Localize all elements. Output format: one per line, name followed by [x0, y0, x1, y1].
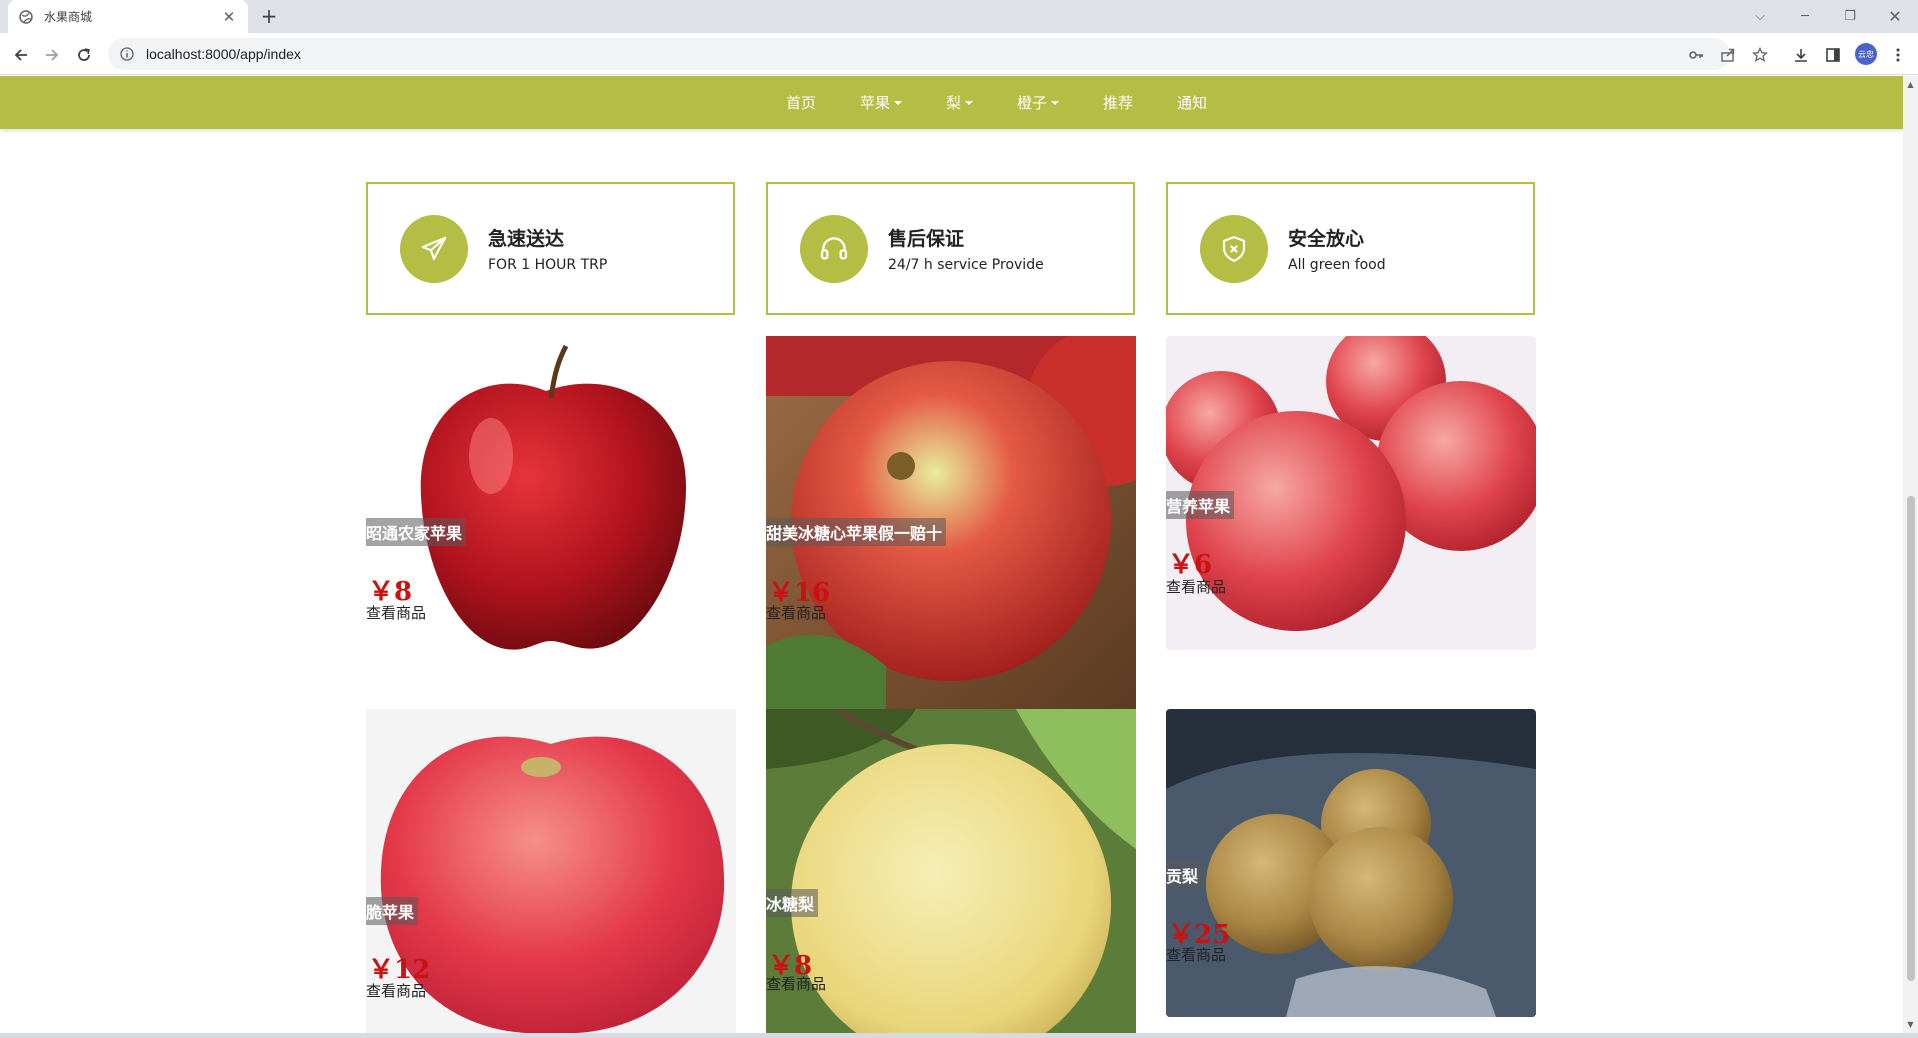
view-product-link[interactable]: 查看商品 [366, 602, 426, 623]
product-name: 贡梨 [1166, 861, 1203, 889]
view-product-link[interactable]: 查看商品 [766, 602, 826, 623]
brown-pears-image [1166, 709, 1536, 1017]
view-product-link[interactable]: 查看商品 [1166, 944, 1226, 965]
address-bar[interactable]: localhost:8000/app/index [108, 38, 1730, 70]
product-name: 冰糖梨 [766, 889, 819, 917]
scroll-up-arrow[interactable]: ▲ [1906, 80, 1915, 89]
airplane-icon [400, 214, 468, 283]
nav-item-label: 橙子 [1017, 94, 1048, 112]
nav-item-label: 苹果 [859, 94, 890, 112]
feature-subtitle: All green food [1288, 257, 1386, 273]
nav-item-2[interactable]: 梨 [924, 92, 995, 113]
restore-button[interactable]: ❐ [1830, 3, 1870, 29]
caret-down-icon [893, 100, 902, 105]
red-apple-image [366, 336, 736, 676]
product-card[interactable]: 甜美冰糖心苹果假一赔十 ￥16 查看商品 [766, 336, 1136, 709]
feature-title: 急速送达 [488, 228, 565, 250]
close-window-button[interactable]: ✕ [1875, 3, 1915, 29]
info-icon[interactable] [120, 46, 136, 62]
caret-down-icon [965, 100, 973, 105]
feature-subtitle: FOR 1 HOUR TRP [488, 257, 608, 273]
nav-item-label: 通知 [1177, 94, 1208, 112]
product-name: 昭通农家苹果 [366, 518, 467, 546]
share-icon[interactable] [1716, 43, 1740, 67]
feature-box-service: 售后保证 24/7 h service Provide [766, 182, 1135, 315]
globe-icon [18, 9, 34, 25]
product-name: 营养苹果 [1166, 491, 1235, 519]
new-tab-button[interactable]: + [258, 4, 280, 28]
minimize-button[interactable]: ─ [1785, 3, 1825, 29]
browser-toolbar: localhost:8000/app/index [0, 33, 1918, 75]
view-product-link[interactable]: 查看商品 [366, 980, 426, 1001]
browser-tab-strip: 水果商城 ✕ + ⌵ ─ ❐ ✕ [0, 0, 1918, 33]
key-icon[interactable] [1684, 43, 1708, 67]
nav-item-1[interactable]: 苹果 [838, 92, 924, 113]
side-panel-icon[interactable] [1821, 43, 1845, 67]
feature-title: 安全放心 [1288, 228, 1365, 250]
features-row: 急速送达 FOR 1 HOUR TRP 售后保证 24/7 h service … [366, 182, 1536, 315]
close-tab-icon[interactable]: ✕ [220, 8, 238, 26]
tab-search-icon[interactable]: ⌵ [1740, 3, 1780, 29]
nav-item-label: 推荐 [1103, 94, 1134, 112]
page-viewport: 首页 苹果 梨 橙子 推荐 通知 急速送达 FOR 1 HOUR TRP 售后保证 24/… [0, 76, 1903, 1033]
view-product-link[interactable]: 查看商品 [766, 973, 826, 994]
download-icon[interactable] [1789, 43, 1813, 67]
window-bottom-edge [0, 1033, 1918, 1038]
view-product-link[interactable]: 查看商品 [1166, 576, 1226, 597]
product-name: 脆苹果 [366, 897, 419, 925]
nav-item-5[interactable]: 通知 [1155, 92, 1229, 113]
headset-icon [800, 214, 868, 283]
nav-item-3[interactable]: 橙子 [995, 92, 1081, 113]
feature-box-delivery: 急速送达 FOR 1 HOUR TRP [366, 182, 735, 315]
scroll-down-arrow[interactable]: ▼ [1906, 1020, 1915, 1029]
feature-title: 售后保证 [888, 228, 965, 250]
url-text: localhost:8000/app/index [146, 46, 301, 62]
scrollbar-thumb[interactable] [1907, 496, 1915, 981]
profile-avatar[interactable]: 云忠 [1855, 43, 1877, 65]
bookmark-star-icon[interactable] [1748, 43, 1772, 67]
page-scrollbar[interactable]: ▲ ▼ [1903, 76, 1918, 1033]
product-card[interactable]: 冰糖梨 ￥8 查看商品 [766, 709, 1136, 1033]
caret-down-icon [1051, 100, 1060, 105]
nav-item-0[interactable]: 首页 [764, 92, 838, 113]
feature-box-safety: 安全放心 All green food [1166, 182, 1535, 315]
nav-item-label: 首页 [785, 94, 816, 112]
product-name: 甜美冰糖心苹果假一赔十 [766, 518, 947, 546]
forward-button[interactable] [38, 41, 66, 69]
browser-tab[interactable]: 水果商城 ✕ [8, 0, 248, 33]
product-card[interactable]: 昭通农家苹果 ￥8 查看商品 [366, 336, 736, 676]
product-card[interactable]: 贡梨 ￥25 查看商品 [1166, 709, 1536, 1017]
reload-button[interactable] [70, 41, 98, 69]
tab-title: 水果商城 [44, 10, 93, 24]
shield-icon [1200, 214, 1268, 283]
menu-dots-icon[interactable] [1886, 43, 1910, 67]
product-card[interactable]: 脆苹果 ￥12 查看商品 [366, 709, 736, 1033]
feature-subtitle: 24/7 h service Provide [888, 257, 1044, 273]
nav-item-label: 梨 [945, 94, 961, 112]
back-button[interactable] [7, 41, 35, 69]
site-navigation: 首页 苹果 梨 橙子 推荐 通知 [0, 76, 1903, 129]
nav-item-4[interactable]: 推荐 [1081, 92, 1155, 113]
product-card[interactable]: 营养苹果 ￥6 查看商品 [1166, 336, 1536, 650]
